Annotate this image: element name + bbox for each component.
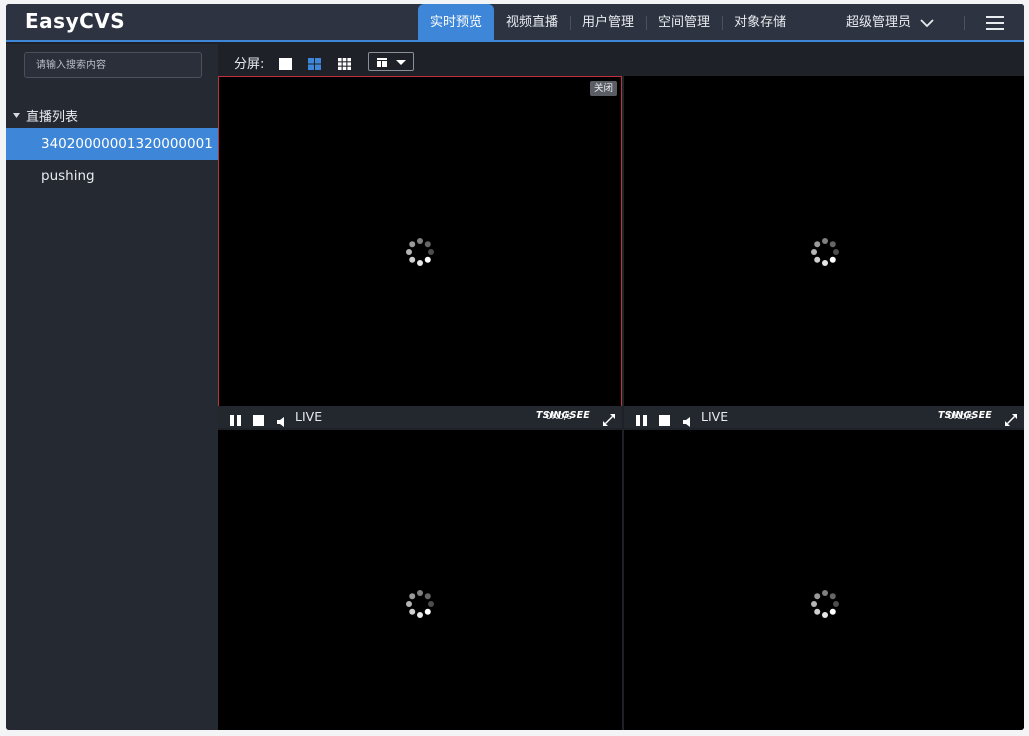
video-player-4[interactable] bbox=[624, 430, 1024, 730]
nav-tab-user-management[interactable]: 用户管理 bbox=[570, 4, 646, 42]
live-label: LIVE bbox=[701, 409, 729, 424]
chevron-down-icon bbox=[919, 4, 935, 42]
user-name: 超级管理员 bbox=[846, 15, 912, 30]
pause-icon[interactable] bbox=[230, 411, 241, 430]
tree-root-label: 直播列表 bbox=[26, 109, 79, 125]
hamburger-icon[interactable] bbox=[986, 15, 1004, 31]
video-player-3[interactable] bbox=[218, 430, 622, 730]
main-nav: 实时预览 视频直播 用户管理 空间管理 对象存储 bbox=[418, 4, 798, 42]
layout-select[interactable] bbox=[368, 52, 414, 71]
user-menu[interactable]: 超级管理员 bbox=[846, 4, 935, 42]
player-control-bar: LIVE 0Kb/s TSINGSEE bbox=[218, 406, 622, 428]
tree-node-device[interactable]: 34020000001320000001 bbox=[6, 128, 218, 160]
brand-logo: TSINGSEE bbox=[535, 410, 590, 421]
caret-down-icon bbox=[6, 111, 26, 120]
spinner-icon bbox=[403, 587, 437, 621]
speaker-icon[interactable] bbox=[683, 412, 691, 431]
search-input[interactable] bbox=[24, 52, 202, 78]
video-player-1[interactable]: 关闭 LIVE 0Kb/s TSINGSEE bbox=[218, 76, 622, 428]
pause-icon[interactable] bbox=[636, 411, 647, 430]
nav-tab-video-live[interactable]: 视频直播 bbox=[494, 4, 570, 42]
four-grid-icon[interactable] bbox=[308, 55, 321, 70]
app-window: EasyCVS 实时预览 视频直播 用户管理 空间管理 对象存储 超级管理员 请… bbox=[6, 4, 1024, 730]
video-player-2[interactable]: LIVE 0Kb/s TSINGSEE bbox=[624, 76, 1024, 428]
nav-tab-live-preview[interactable]: 实时预览 bbox=[418, 4, 495, 42]
stop-icon[interactable] bbox=[659, 411, 670, 430]
spinner-icon bbox=[808, 235, 842, 269]
split-label: 分屏: bbox=[234, 57, 265, 72]
single-square-icon[interactable] bbox=[279, 55, 292, 70]
topbar-divider bbox=[964, 16, 965, 30]
app-logo: EasyCVS bbox=[25, 9, 126, 33]
brand-logo: TSINGSEE bbox=[937, 410, 992, 421]
stop-icon[interactable] bbox=[253, 411, 264, 430]
speaker-icon[interactable] bbox=[277, 412, 285, 431]
sidebar: 直播列表 34020000001320000001 pushing bbox=[6, 44, 218, 730]
player-control-bar: LIVE 0Kb/s TSINGSEE bbox=[624, 406, 1024, 428]
live-label: LIVE bbox=[295, 409, 323, 424]
fullscreen-icon[interactable] bbox=[603, 411, 615, 426]
nav-tab-space-management[interactable]: 空间管理 bbox=[646, 4, 722, 42]
tree-node-pushing[interactable]: pushing bbox=[6, 160, 218, 192]
fullscreen-icon[interactable] bbox=[1005, 411, 1017, 426]
close-button[interactable]: 关闭 bbox=[589, 81, 617, 96]
top-bar: EasyCVS 实时预览 视频直播 用户管理 空间管理 对象存储 超级管理员 bbox=[6, 4, 1024, 42]
spinner-icon bbox=[403, 235, 437, 269]
video-grid: 关闭 LIVE 0Kb/s TSINGSEE LIVE 0Kb/s TSINGS… bbox=[218, 76, 1024, 730]
spinner-icon bbox=[808, 587, 842, 621]
layout-select-icon bbox=[377, 58, 406, 67]
split-toolbar: 分屏: bbox=[218, 44, 1024, 76]
nav-tab-object-storage[interactable]: 对象存储 bbox=[722, 4, 798, 42]
nine-grid-icon[interactable] bbox=[338, 55, 351, 70]
tree-root-live-list[interactable]: 直播列表 bbox=[6, 104, 78, 126]
